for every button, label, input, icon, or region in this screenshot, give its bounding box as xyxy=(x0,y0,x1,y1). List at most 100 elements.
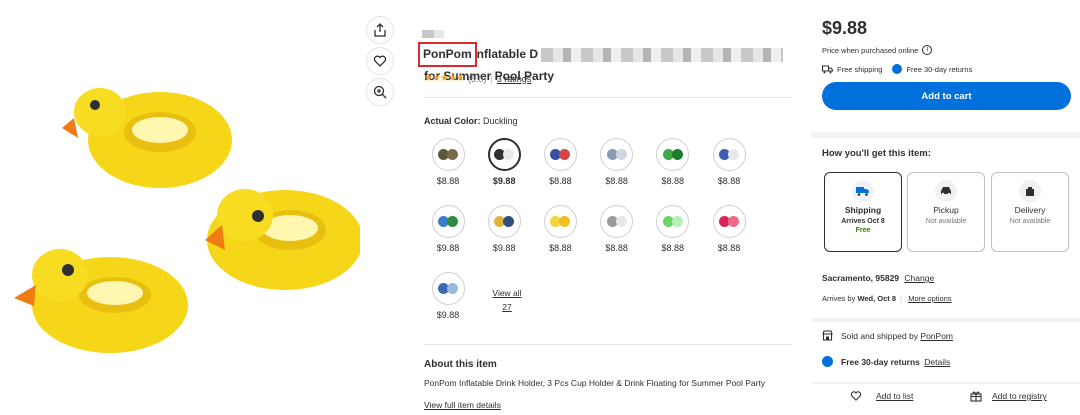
pickup-car-icon xyxy=(935,180,957,202)
blurred-text xyxy=(541,47,784,62)
actual-color-label: Actual Color: Duckling xyxy=(424,116,518,126)
pickup-option-name: Pickup xyxy=(933,205,959,215)
seller-link[interactable]: PonPom xyxy=(920,331,953,341)
about-text: PonPom Inflatable Drink Holder, 3 Pcs Cu… xyxy=(424,378,766,388)
pickup-option[interactable]: Pickup Not available xyxy=(907,172,985,252)
separator: | xyxy=(490,73,493,84)
price-note: Price when purchased online i xyxy=(822,45,933,55)
zoom-in-icon xyxy=(373,85,387,99)
price: $9.88 xyxy=(822,18,868,38)
gift-icon xyxy=(970,391,982,402)
add-to-registry-label[interactable]: Add to registry xyxy=(992,391,1047,401)
product-image xyxy=(14,88,360,353)
swatch-price: $9.88 xyxy=(492,243,516,253)
returns-details-link[interactable]: Details xyxy=(924,357,950,367)
title-text: nflatable D xyxy=(476,47,539,61)
ratings-link[interactable]: 3 ratings xyxy=(497,74,532,84)
swatch-color-dot xyxy=(728,149,739,160)
color-swatch[interactable]: $8.88 xyxy=(709,205,749,253)
swatch-thumbnail xyxy=(712,205,746,238)
truck-icon xyxy=(852,180,874,202)
swatch-price: $9.88 xyxy=(436,243,460,253)
swatch-thumbnail xyxy=(487,138,521,171)
swatch-color-dot xyxy=(447,149,458,160)
view-all-link[interactable]: View all 27 xyxy=(484,288,530,312)
color-swatch[interactable]: $8.88 xyxy=(597,205,637,253)
add-to-list-button[interactable]: Add to list xyxy=(850,390,913,401)
arrives-date: Wed, Oct 8 xyxy=(857,294,897,303)
separator: | xyxy=(900,294,903,303)
sold-by-prefix: Sold and shipped by xyxy=(841,330,921,341)
change-location-link[interactable]: Change xyxy=(904,273,934,283)
color-swatch[interactable]: $9.88 xyxy=(484,138,524,186)
info-icon[interactable]: i xyxy=(922,45,933,55)
view-all-count[interactable]: 27 xyxy=(484,302,530,312)
delivery-bag-icon xyxy=(1019,180,1041,202)
shipping-option-name: Shipping xyxy=(844,205,882,215)
rating-row: ★★★★★ (5.0) | 3 ratings xyxy=(424,73,531,84)
blurred-text xyxy=(422,30,444,38)
view-full-details-link[interactable]: View full item details xyxy=(424,400,501,410)
shipping-cost: Free xyxy=(855,227,871,234)
divider xyxy=(424,97,792,98)
delivery-availability: Not available xyxy=(1009,218,1051,225)
swatch-color-dot xyxy=(615,216,627,227)
delivery-option[interactable]: Delivery Not available xyxy=(991,172,1069,252)
free-shipping-text: Free shipping xyxy=(837,64,883,74)
free-returns-text: Free 30-day returns xyxy=(906,64,973,74)
zoom-button[interactable] xyxy=(366,78,394,106)
swatch-thumbnail xyxy=(431,272,465,305)
color-swatch[interactable]: $8.88 xyxy=(540,205,580,253)
color-swatch[interactable]: $8.88 xyxy=(653,205,693,253)
returns-icon xyxy=(822,356,833,367)
favorite-button[interactable] xyxy=(366,47,394,75)
delivery-option-name: Delivery xyxy=(1014,205,1046,215)
add-to-cart-button[interactable]: Add to cart xyxy=(822,82,1071,110)
share-button[interactable] xyxy=(366,16,394,44)
color-swatch[interactable]: $8.88 xyxy=(597,138,637,186)
more-options-link[interactable]: More options xyxy=(908,294,951,303)
swatch-thumbnail xyxy=(487,205,521,238)
swatch-thumbnail xyxy=(600,205,634,238)
color-swatch[interactable]: $9.88 xyxy=(428,205,468,253)
view-all-text[interactable]: View all xyxy=(484,288,530,298)
swatch-price: $8.88 xyxy=(717,176,741,186)
store-icon xyxy=(822,330,833,341)
swatch-thumbnail xyxy=(431,138,465,171)
swatch-color-dot xyxy=(503,149,515,160)
swatch-price: $8.88 xyxy=(549,243,572,253)
heart-icon xyxy=(373,55,387,67)
share-icon xyxy=(374,23,386,37)
swatch-color-dot xyxy=(447,283,458,294)
color-swatch[interactable]: $9.88 xyxy=(484,205,524,253)
arrives-row: Arrives by Wed, Oct 8 | More options xyxy=(822,294,952,303)
returns-row: Free 30-day returns Details xyxy=(822,356,950,367)
color-swatch[interactable]: $8.88 xyxy=(540,138,580,186)
color-swatch[interactable]: $8.88 xyxy=(653,138,693,186)
fulfillment-title: How you'll get this item: xyxy=(822,148,931,159)
add-to-registry-button[interactable]: Add to registry xyxy=(970,390,1047,402)
actual-color-key: Actual Color: xyxy=(424,116,481,126)
location-text: Sacramento, 95829 xyxy=(822,273,900,283)
duck-float-image-1 xyxy=(62,88,232,188)
swatch-color-dot xyxy=(503,216,515,227)
swatch-price: $8.88 xyxy=(605,243,628,253)
brand-name[interactable]: PonPom xyxy=(418,42,477,67)
star-rating-icon: ★★★★★ xyxy=(424,73,465,84)
product-image-gallery[interactable] xyxy=(0,0,360,415)
swatch-price: $8.88 xyxy=(717,243,741,253)
shipping-option[interactable]: Shipping Arrives Oct 8 Free xyxy=(824,172,902,252)
color-swatch[interactable]: $8.88 xyxy=(428,138,468,186)
color-swatch[interactable]: $9.88 xyxy=(428,272,468,320)
arrives-prefix: Arrives by xyxy=(822,294,858,303)
swatch-thumbnail xyxy=(656,138,690,171)
swatch-color-dot xyxy=(559,216,571,227)
swatch-color-dot xyxy=(671,216,683,227)
color-swatch[interactable]: $8.88 xyxy=(709,138,749,186)
about-title: About this item xyxy=(424,359,497,370)
swatch-color-dot xyxy=(615,149,627,160)
returns-icon xyxy=(892,64,903,74)
swatch-price: $8.88 xyxy=(661,176,685,186)
add-to-list-label[interactable]: Add to list xyxy=(876,391,913,401)
swatch-color-dot xyxy=(671,149,683,160)
